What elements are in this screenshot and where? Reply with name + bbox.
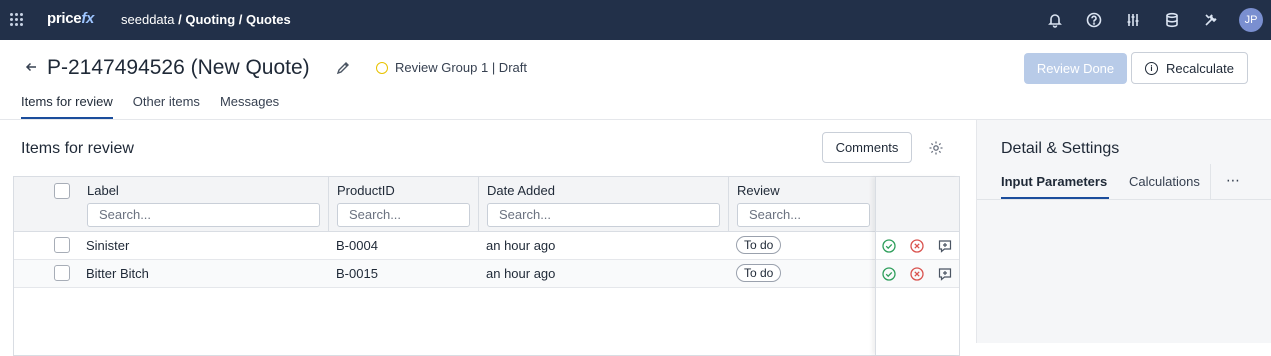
reject-icon[interactable] xyxy=(910,267,924,281)
page-title: P-2147494526 (New Quote) xyxy=(47,56,310,79)
review-status-badge: To do xyxy=(736,236,782,254)
review-done-button[interactable]: Review Done xyxy=(1024,53,1127,84)
more-options-icon[interactable]: ⋯ xyxy=(1226,172,1241,189)
cell-productid: B-0004 xyxy=(336,238,378,253)
column-header-review[interactable]: Review xyxy=(737,183,780,198)
items-grid: Label Search... ProductID Search... Date… xyxy=(13,176,960,356)
user-avatar[interactable]: JP xyxy=(1239,8,1263,32)
tools-icon[interactable] xyxy=(1201,10,1221,30)
quote-tabs: Items for review Other items Messages xyxy=(21,94,299,119)
info-icon: i xyxy=(1145,61,1159,75)
active-tab-indicator xyxy=(1001,197,1109,199)
search-label-input[interactable]: Search... xyxy=(87,203,320,227)
cell-productid: B-0015 xyxy=(336,266,378,281)
row-checkbox[interactable] xyxy=(54,237,70,253)
cell-label: Sinister xyxy=(86,238,130,253)
top-bar: pricefx seeddata / Quoting / Quotes JP xyxy=(0,0,1271,40)
approve-icon[interactable] xyxy=(882,267,896,281)
bell-icon[interactable] xyxy=(1045,10,1065,30)
review-status-badge: To do xyxy=(736,264,782,282)
column-review: Review Search... xyxy=(729,177,875,232)
back-arrow-icon[interactable] xyxy=(24,60,38,74)
add-comment-icon[interactable] xyxy=(938,239,952,253)
approve-icon[interactable] xyxy=(882,239,896,253)
tab-messages[interactable]: Messages xyxy=(220,94,279,119)
search-productid-input[interactable]: Search... xyxy=(337,203,470,227)
column-header-label[interactable]: Label xyxy=(87,183,119,198)
apps-grid-icon[interactable] xyxy=(10,13,24,27)
reject-icon[interactable] xyxy=(910,239,924,253)
status-indicator-icon xyxy=(376,62,388,74)
column-productid: ProductID Search... xyxy=(329,177,479,232)
panel-title: Detail & Settings xyxy=(1001,140,1120,157)
column-label: Label Search... xyxy=(14,177,329,232)
section-title: Items for review xyxy=(21,140,134,157)
comments-button[interactable]: Comments xyxy=(822,132,912,163)
cell-date-added: an hour ago xyxy=(486,266,556,281)
add-comment-icon[interactable] xyxy=(938,267,952,281)
column-date-added: Date Added Search... xyxy=(479,177,729,232)
grid-header: Label Search... ProductID Search... Date… xyxy=(14,177,959,232)
help-icon[interactable] xyxy=(1084,10,1104,30)
breadcrumb-partition[interactable]: seeddata xyxy=(121,12,175,27)
breadcrumb-path[interactable]: / Quoting / Quotes xyxy=(175,12,291,27)
panel-tabs: Input Parameters Calculations ⋯ xyxy=(977,164,1271,200)
tab-calculations[interactable]: Calculations xyxy=(1129,174,1200,189)
row-actions-column xyxy=(875,177,959,355)
breadcrumb: seeddata / Quoting / Quotes xyxy=(121,12,291,27)
recalculate-label: Recalculate xyxy=(1166,60,1234,76)
database-icon[interactable] xyxy=(1162,10,1182,30)
table-row[interactable]: Sinister B-0004 an hour ago To do xyxy=(14,232,875,260)
quote-status: Review Group 1 | Draft xyxy=(395,60,527,75)
cell-label: Bitter Bitch xyxy=(86,266,149,281)
search-date-added-input[interactable]: Search... xyxy=(487,203,720,227)
search-review-input[interactable]: Search... xyxy=(737,203,870,227)
edit-pencil-icon[interactable] xyxy=(335,60,351,76)
recalculate-button[interactable]: i Recalculate xyxy=(1131,52,1248,84)
column-header-date-added[interactable]: Date Added xyxy=(487,183,555,198)
tab-input-parameters[interactable]: Input Parameters xyxy=(1001,174,1107,189)
pricefx-logo[interactable]: pricefx xyxy=(47,10,94,27)
tab-other-items[interactable]: Other items xyxy=(133,94,200,119)
column-header-productid[interactable]: ProductID xyxy=(337,183,395,198)
gear-icon[interactable] xyxy=(928,140,944,156)
tab-items-for-review[interactable]: Items for review xyxy=(21,94,113,119)
table-row[interactable]: Bitter Bitch B-0015 an hour ago To do xyxy=(14,260,875,288)
row-checkbox[interactable] xyxy=(54,265,70,281)
tab-separator xyxy=(1210,164,1211,200)
sliders-icon[interactable] xyxy=(1123,10,1143,30)
cell-date-added: an hour ago xyxy=(486,238,556,253)
